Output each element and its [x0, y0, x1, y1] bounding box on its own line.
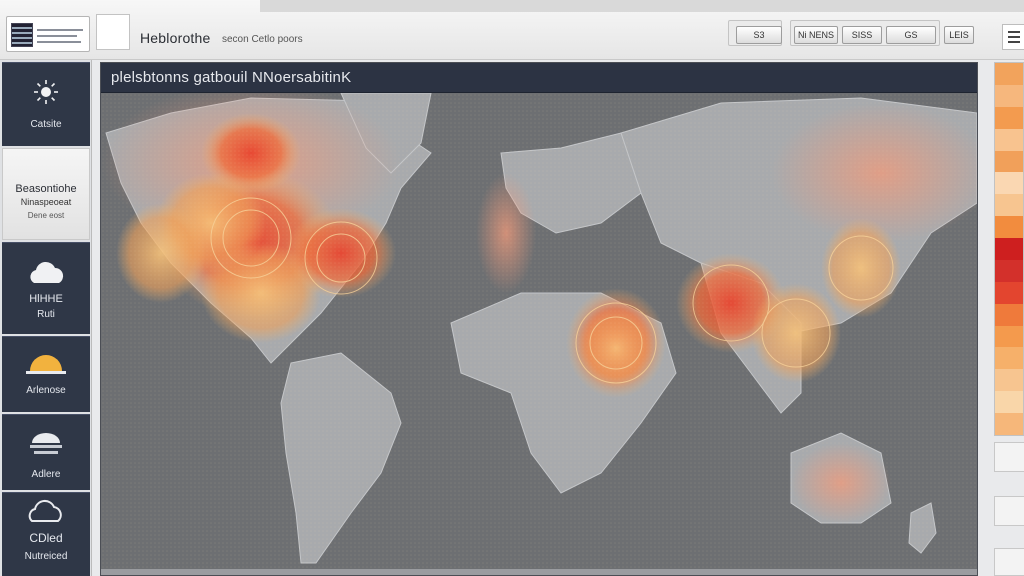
- sidebar-item-sublabel: Ninaspeoeat: [20, 197, 72, 207]
- legend-swatch: [995, 128, 1023, 151]
- legend-tab-3[interactable]: [994, 548, 1024, 576]
- sidebar-item-label: Adlere: [31, 469, 61, 480]
- cloud-icon: [30, 261, 64, 283]
- blank-tile-button[interactable]: [96, 14, 130, 50]
- sun-icon: [34, 80, 58, 104]
- legend-swatch: [995, 325, 1023, 348]
- map-panel: plelsbtonns gatbouil NNoersabitinK: [100, 62, 978, 576]
- sidebar-item-label: Catsite: [30, 119, 62, 130]
- sidebar-item-label: Arlenose: [26, 385, 66, 396]
- toolbar-button-siss[interactable]: SISS: [842, 26, 882, 44]
- wind-cloud-icon: [28, 499, 62, 522]
- app-logo[interactable]: [6, 16, 90, 52]
- legend-swatch: [995, 413, 1023, 435]
- heat-overlays: [101, 93, 977, 569]
- legend-swatch: [995, 150, 1023, 173]
- legend-swatch: [995, 369, 1023, 392]
- app-logo-icon: [11, 23, 33, 47]
- sunset-icon: [26, 355, 66, 374]
- legend-swatch: [995, 259, 1023, 282]
- sidebar-item-label: HlHHE: [29, 293, 63, 305]
- legend-swatch: [995, 281, 1023, 304]
- menu-icon[interactable]: [1002, 24, 1024, 50]
- toolbar-button-leis[interactable]: LEIS: [944, 26, 974, 44]
- sidebar-item-label: CDled: [29, 531, 63, 545]
- legend-swatch: [995, 347, 1023, 370]
- sidebar-item-hlhhe[interactable]: HlHHE Ruti: [2, 242, 90, 334]
- legend-swatch: [995, 391, 1023, 413]
- sidebar-item-label: Beasontiohe: [15, 183, 77, 195]
- legend-tab-2[interactable]: [994, 496, 1024, 526]
- legend-swatch: [995, 63, 1023, 85]
- legend-swatch: [995, 84, 1023, 107]
- color-scale-legend: [994, 62, 1024, 436]
- toolbar-button-s3[interactable]: S3: [736, 26, 782, 44]
- sidebar-item-detail: Dene eost: [27, 211, 65, 220]
- map-title: plelsbtonns gatbouil NNoersabitinK: [111, 69, 352, 86]
- toolbar-button-gs[interactable]: GS: [886, 26, 936, 44]
- sidebar-item-adlere[interactable]: Adlere: [2, 414, 90, 490]
- top-strip: [260, 0, 1024, 12]
- sidebar-item-beasontiohe[interactable]: Beasontiohe Ninaspeoeat Dene eost: [2, 148, 90, 240]
- legend-swatch: [995, 106, 1023, 129]
- legend-tab-1[interactable]: [994, 442, 1024, 472]
- sidebar-item-cdled[interactable]: CDled Nutreiced: [2, 492, 90, 576]
- legend-swatch: [995, 194, 1023, 217]
- brand-title: Heblorothe: [140, 30, 211, 46]
- sidebar-item-catsite[interactable]: Catsite: [2, 62, 90, 146]
- toolbar-button-ni-nens[interactable]: Ni NENS: [794, 26, 838, 44]
- map-panel-header: plelsbtonns gatbouil NNoersabitinK: [101, 63, 977, 93]
- legend-swatch: [995, 238, 1023, 260]
- map-scrollbar[interactable]: [101, 569, 977, 575]
- sidebar-item-sublabel: Nutreiced: [24, 551, 68, 562]
- brand-subtitle: secon Cetlo poors: [222, 34, 303, 45]
- legend-swatch: [995, 303, 1023, 326]
- sidebar-item-sublabel: Ruti: [37, 309, 55, 320]
- storm-icon: [30, 433, 62, 454]
- sidebar: Catsite Beasontiohe Ninaspeoeat Dene eos…: [0, 60, 92, 576]
- legend-swatch: [995, 172, 1023, 195]
- sidebar-item-arlenose[interactable]: Arlenose: [2, 336, 90, 412]
- world-heat-map[interactable]: [101, 93, 977, 569]
- top-toolbar: Heblorothe secon Cetlo poors S3 Ni NENS …: [0, 0, 1024, 60]
- legend-swatch: [995, 216, 1023, 238]
